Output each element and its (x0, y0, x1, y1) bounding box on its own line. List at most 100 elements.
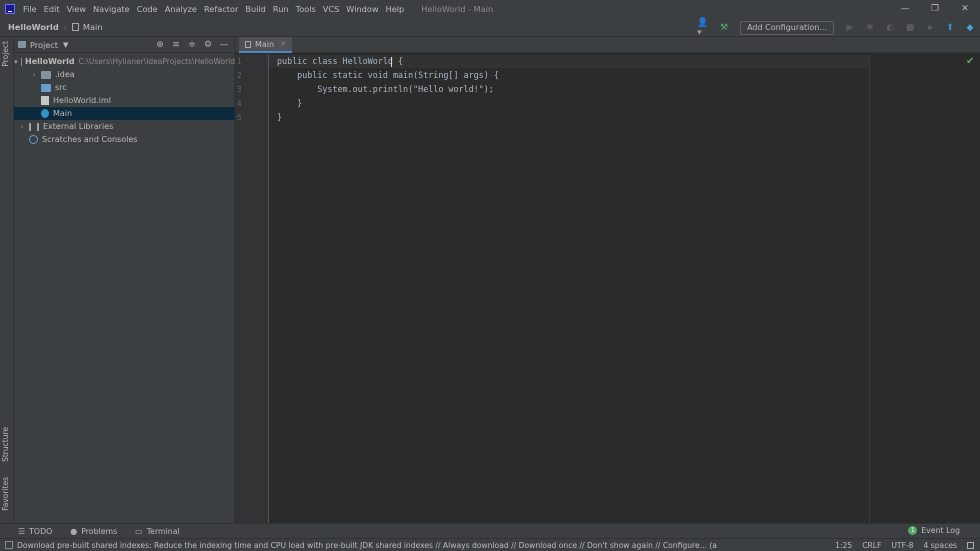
tree-item-idea[interactable]: › .idea (14, 68, 235, 81)
tree-item-label: Main (53, 109, 73, 118)
menu-navigate[interactable]: Navigate (93, 4, 130, 14)
iml-file-icon (41, 96, 49, 105)
java-file-icon (245, 40, 251, 48)
collapsed-arrow-icon[interactable]: › (30, 71, 38, 79)
stop-icon[interactable]: ■ (903, 21, 917, 35)
project-panel-header: Project ▼ ⊕ ≡ ≑ ⚙ — (14, 37, 234, 53)
gear-icon[interactable]: ⚙ (200, 38, 216, 52)
bottom-tool-bar: ☰ TODO ● Problems ▭ Terminal 1 Event Log (0, 523, 980, 538)
menu-refactor[interactable]: Refactor (204, 4, 238, 14)
folder-icon (41, 70, 51, 79)
menu-tools[interactable]: Tools (296, 4, 316, 14)
chevron-down-icon[interactable]: ▼ (63, 41, 68, 49)
event-log-tab[interactable]: 1 Event Log (908, 526, 960, 535)
right-margin-guide (869, 54, 870, 523)
tree-item-label: .idea (55, 70, 75, 79)
editor-tab-main[interactable]: Main ✕ (239, 37, 292, 53)
code-line[interactable]: } (277, 98, 302, 108)
project-tool-tab[interactable]: Project (1, 41, 10, 67)
update-icon[interactable]: ⬆ (943, 21, 957, 35)
inspection-ok-icon[interactable]: ✔ (966, 56, 974, 67)
build-hammer-icon[interactable]: ⚒ (717, 21, 731, 35)
tree-item-external-libraries[interactable]: › External Libraries (14, 120, 235, 133)
code-line[interactable]: } (277, 112, 282, 122)
tree-item-src[interactable]: src (14, 81, 235, 94)
indent-setting[interactable]: 4 spaces (924, 541, 957, 550)
menu-view[interactable]: View (67, 4, 86, 14)
caret-position[interactable]: 1:25 (835, 541, 852, 550)
code-line[interactable]: public static void main(String[] args) { (277, 70, 499, 80)
terminal-tab[interactable]: ▭ Terminal (135, 527, 180, 536)
structure-tool-tab[interactable]: Structure (1, 427, 10, 462)
search-icon[interactable]: ⌕ (923, 21, 937, 35)
menu-vcs[interactable]: VCS (323, 4, 340, 14)
close-button[interactable]: ✕ (950, 0, 980, 18)
editor-tab-bar: Main ✕ (235, 37, 980, 53)
problems-tab-label: Problems (81, 526, 118, 536)
scratches-icon (29, 135, 38, 144)
tree-item-label: Scratches and Consoles (42, 135, 138, 144)
plugin-logo-icon[interactable]: ◆ (963, 21, 977, 35)
tree-item-iml[interactable]: HelloWorld.iml (14, 94, 235, 107)
problems-tab[interactable]: ● Problems (70, 527, 117, 536)
code-line[interactable]: public class HelloWorld { (277, 56, 403, 66)
breadcrumb-separator-icon: › (63, 22, 67, 32)
favorites-tool-tab[interactable]: Favorites (1, 477, 10, 511)
tree-item-project-root[interactable]: ▾ HelloWorld C:\Users\Hylianer\IdeaProje… (14, 55, 235, 68)
close-tab-icon[interactable]: ✕ (280, 40, 286, 48)
menu-help[interactable]: Help (386, 4, 405, 14)
menu-build[interactable]: Build (245, 4, 266, 14)
menu-code[interactable]: Code (137, 4, 158, 14)
notification-icon (5, 541, 13, 549)
run-icon[interactable]: ▶ (843, 21, 857, 35)
window-controls: — ❐ ✕ (890, 0, 980, 18)
terminal-icon: ▭ (135, 526, 143, 536)
menu-edit[interactable]: Edit (44, 4, 60, 14)
window-title: HelloWorld - Main (421, 4, 494, 14)
text-caret (391, 57, 392, 67)
hide-panel-icon[interactable]: — (216, 38, 232, 52)
tree-item-label: src (55, 83, 67, 92)
navigation-bar: HelloWorld › Main 👤▾ ⚒ Add Configuration… (0, 18, 980, 38)
status-message[interactable]: Download pre-built shared indexes: Reduc… (17, 541, 717, 550)
todo-tab[interactable]: ☰ TODO (18, 527, 52, 536)
add-configuration-button[interactable]: Add Configuration... (740, 20, 834, 35)
menu-run[interactable]: Run (273, 4, 289, 14)
expand-all-icon[interactable]: ≡ (168, 38, 184, 52)
code-editor[interactable]: public class HelloWorld { public static … (269, 54, 869, 523)
menu-window[interactable]: Window (346, 4, 378, 14)
debug-icon[interactable]: ✱ (863, 21, 877, 35)
collapse-all-icon[interactable]: ≑ (184, 38, 200, 52)
locate-target-icon[interactable]: ⊕ (152, 38, 168, 52)
breadcrumb-project[interactable]: HelloWorld (8, 22, 59, 32)
terminal-tab-label: Terminal (146, 526, 180, 536)
breadcrumb-file[interactable]: Main (83, 22, 103, 32)
lock-icon[interactable] (967, 542, 974, 549)
line-number: 5 (237, 113, 242, 122)
project-folder-icon (18, 41, 26, 48)
minimize-button[interactable]: — (890, 0, 920, 18)
code-line[interactable]: System.out.println("Hello world!"); (277, 84, 494, 94)
line-number-gutter: 1 2 3 4 5 (235, 54, 269, 523)
user-icon[interactable]: 👤▾ (697, 18, 711, 38)
menu-file[interactable]: File (23, 4, 37, 14)
project-path: C:\Users\Hylianer\IdeaProjects\HelloWorl… (78, 57, 235, 66)
line-number: 3 (237, 85, 242, 94)
file-encoding[interactable]: UTF-8 (891, 541, 913, 550)
coverage-icon[interactable]: ◐ (883, 21, 897, 35)
collapsed-arrow-icon[interactable]: › (18, 123, 26, 131)
problems-info-icon: ● (70, 526, 78, 536)
todo-tab-label: TODO (29, 526, 53, 536)
expanded-arrow-icon[interactable]: ▾ (14, 58, 18, 66)
java-file-icon (71, 23, 79, 31)
project-panel: Project ▼ ⊕ ≡ ≑ ⚙ — ▾ HelloWorld C:\User… (14, 37, 235, 523)
line-number: 1 (237, 57, 242, 66)
menu-analyze[interactable]: Analyze (165, 4, 197, 14)
tree-item-scratches[interactable]: Scratches and Consoles (14, 133, 235, 146)
toolbar-right: 👤▾ ⚒ Add Configuration... ▶ ✱ ◐ ■ ⌕ ⬆ ◆ (694, 18, 980, 38)
source-folder-icon (41, 83, 51, 92)
line-separator[interactable]: CRLF (862, 541, 881, 550)
project-panel-title[interactable]: Project (30, 40, 58, 50)
tree-item-main[interactable]: Main (14, 107, 235, 120)
restore-button[interactable]: ❐ (920, 0, 950, 18)
